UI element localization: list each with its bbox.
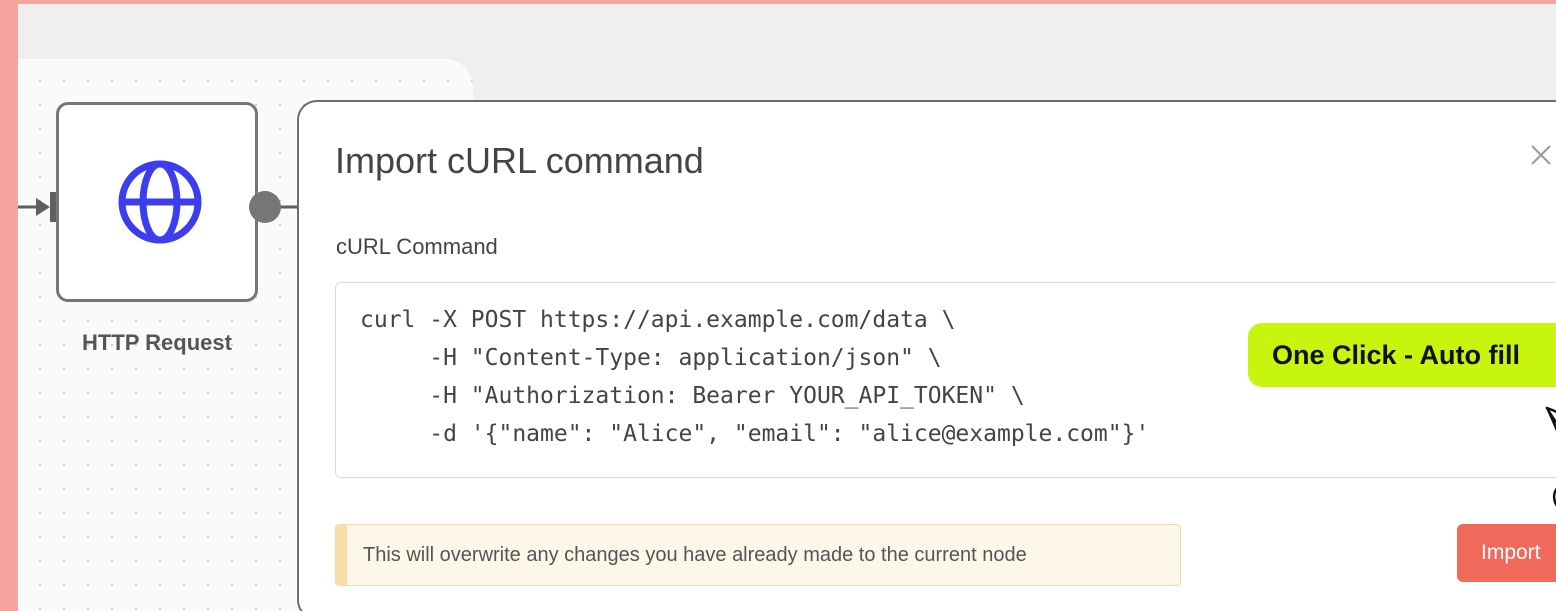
app-frame: HTTP Request Import cURL command cURL Co… xyxy=(0,0,1556,611)
arrow-doodle-icon xyxy=(1545,406,1556,507)
node-label: HTTP Request xyxy=(82,330,232,355)
auto-fill-badge: One Click - Auto fill xyxy=(1248,323,1556,387)
globe-icon xyxy=(118,160,202,244)
http-request-node[interactable] xyxy=(56,102,258,302)
import-curl-dialog: Import cURL command cURL Command curl -X… xyxy=(297,100,1556,611)
curl-command-label: cURL Command xyxy=(336,234,498,259)
overwrite-warning: This will overwrite any changes you have… xyxy=(335,524,1181,586)
close-icon[interactable] xyxy=(1528,142,1554,168)
import-button[interactable]: Import xyxy=(1457,524,1556,582)
dialog-title: Import cURL command xyxy=(335,140,704,181)
